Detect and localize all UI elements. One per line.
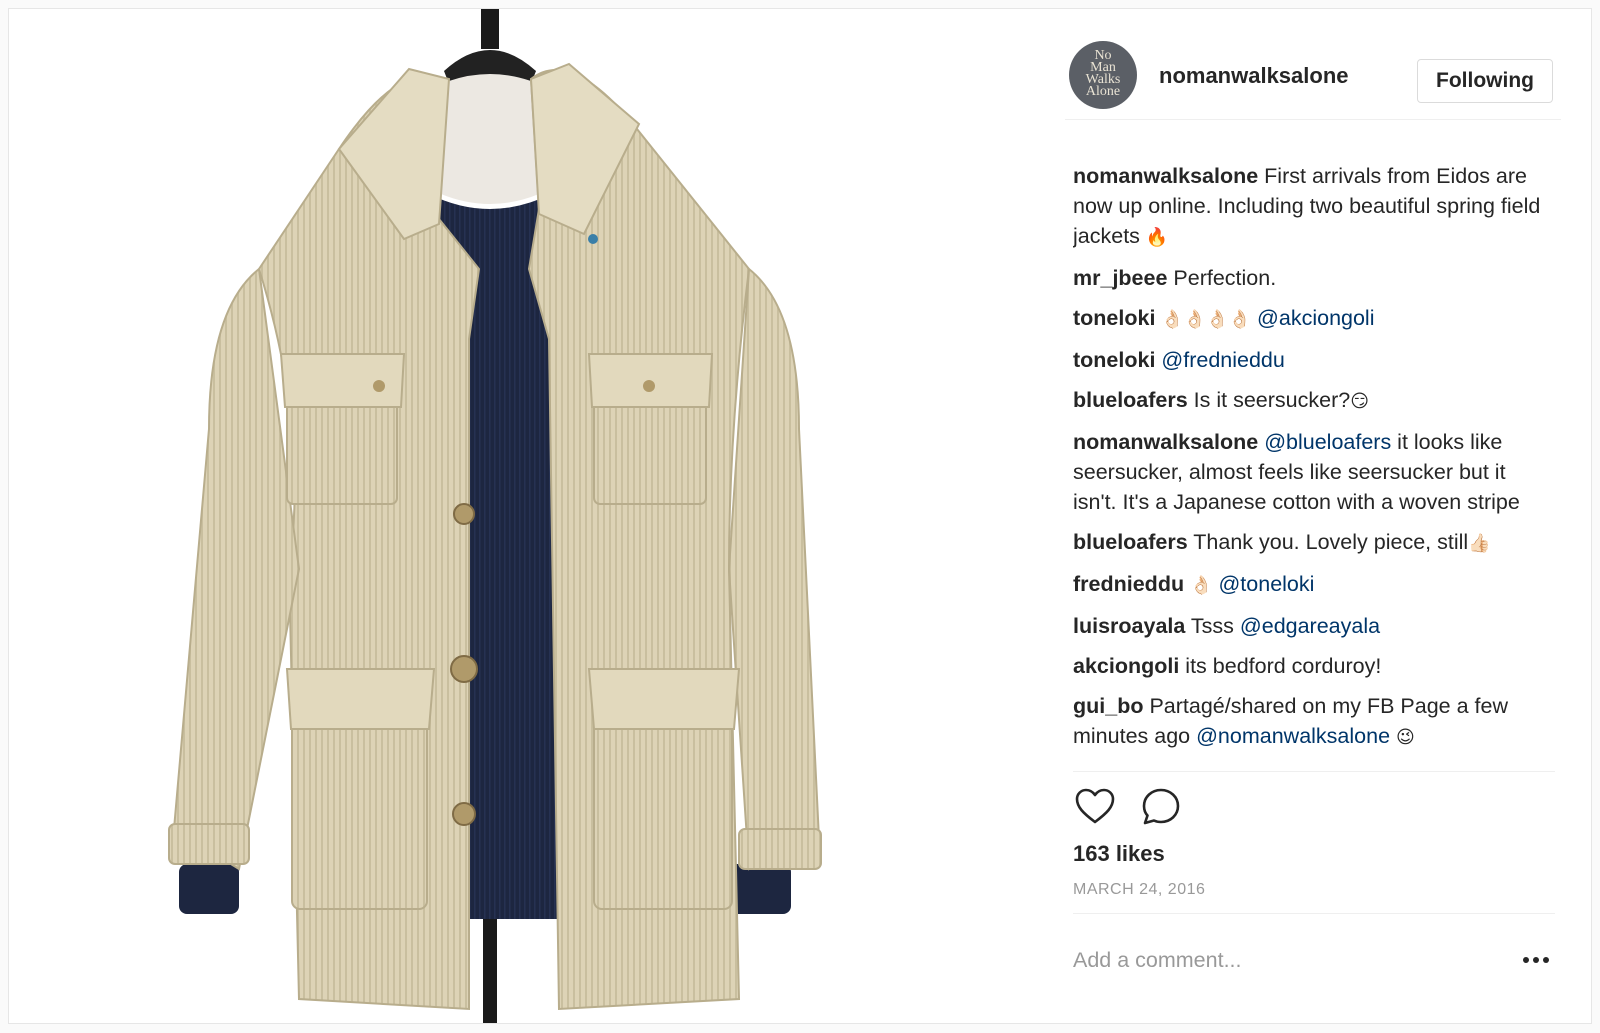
comment-text: Thank you. Lovely piece, still: [1187, 530, 1469, 554]
comment-text: Perfection.: [1167, 266, 1277, 290]
comment-username[interactable]: gui_bo: [1073, 694, 1143, 718]
instagram-post: No Man Walks Alone nomanwalksalone Follo…: [8, 8, 1592, 1024]
comment-username[interactable]: nomanwalksalone: [1073, 430, 1258, 454]
comment-text: its bedford corduroy!: [1179, 654, 1382, 678]
jacket-button: [453, 503, 475, 525]
brand-logo: No Man Walks Alone: [1085, 48, 1121, 99]
post-side-panel: No Man Walks Alone nomanwalksalone Follo…: [1065, 9, 1561, 1023]
post-header: No Man Walks Alone nomanwalksalone Follo…: [1065, 39, 1561, 120]
post-image[interactable]: [9, 9, 1025, 1023]
header-username[interactable]: nomanwalksalone: [1159, 63, 1349, 89]
jacket-photo: [168, 9, 822, 1023]
mannequin-stand: [481, 9, 499, 49]
mention-link[interactable]: @nomanwalksalone: [1196, 724, 1390, 748]
mention-link[interactable]: @edgareayala: [1240, 614, 1380, 638]
comment-input[interactable]: [1073, 942, 1493, 978]
mention-link[interactable]: @akciongoli: [1257, 306, 1374, 330]
speech-bubble-icon: [1142, 788, 1180, 825]
emoji: 👌🏻: [1190, 575, 1213, 596]
comment-username[interactable]: blueloafers: [1073, 388, 1188, 412]
comment-button[interactable]: [1139, 785, 1183, 829]
comment-username[interactable]: luisroayala: [1073, 614, 1185, 638]
more-options-button[interactable]: [1519, 948, 1553, 972]
ellipsis-icon: [1523, 957, 1549, 963]
comment-item: toneloki 👌🏻👌🏻👌🏻👌🏻 @akciongoli: [1073, 303, 1555, 335]
comment-text: Is it seersucker?: [1187, 388, 1351, 412]
mention-link[interactable]: @blueloafers: [1264, 430, 1391, 454]
following-button[interactable]: Following: [1417, 59, 1553, 103]
comment-item: mr_jbeee Perfection.: [1073, 263, 1555, 293]
emoji: 👍🏻: [1468, 533, 1491, 554]
likes-count[interactable]: 163 likes: [1073, 841, 1165, 867]
comment-text: Tsss: [1185, 614, 1240, 638]
comment-item: blueloafers Thank you. Lovely piece, sti…: [1073, 527, 1555, 559]
emoji: 😉: [1396, 727, 1415, 748]
emoji: 🔥: [1145, 227, 1169, 248]
emoji: 👌🏻👌🏻👌🏻👌🏻: [1161, 309, 1252, 330]
like-button[interactable]: [1073, 785, 1117, 829]
comment-item: luisroayala Tsss @edgareayala: [1073, 611, 1555, 641]
comment-username[interactable]: nomanwalksalone: [1073, 164, 1258, 188]
comment-username[interactable]: frednieddu: [1073, 572, 1184, 596]
comment-item: nomanwalksalone First arrivals from Eido…: [1073, 161, 1555, 253]
add-comment-section: [1073, 913, 1555, 1004]
comment-item: toneloki @frednieddu: [1073, 345, 1555, 375]
comment-item: gui_bo Partagé/shared on my FB Page a fe…: [1073, 691, 1555, 753]
heart-icon: [1075, 788, 1115, 824]
comment-username[interactable]: toneloki: [1073, 348, 1155, 372]
post-date: MARCH 24, 2016: [1073, 881, 1206, 898]
comment-username[interactable]: mr_jbeee: [1073, 266, 1167, 290]
comment-item: akciongoli its bedford corduroy!: [1073, 651, 1555, 681]
comment-item: blueloafers Is it seersucker?😏: [1073, 385, 1555, 417]
emoji: 😏: [1350, 391, 1369, 412]
comment-item: nomanwalksalone @blueloafers it looks li…: [1073, 427, 1555, 517]
comments-list[interactable]: nomanwalksalone First arrivals from Eido…: [1073, 161, 1555, 772]
comment-username[interactable]: blueloafers: [1073, 530, 1188, 554]
comment-item: frednieddu 👌🏻 @toneloki: [1073, 569, 1555, 601]
mannequin-neck: [441, 74, 539, 204]
mention-link[interactable]: @frednieddu: [1161, 348, 1284, 372]
action-bar: [1073, 785, 1223, 831]
comment-username[interactable]: akciongoli: [1073, 654, 1179, 678]
mention-link[interactable]: @toneloki: [1218, 572, 1314, 596]
comment-username[interactable]: toneloki: [1073, 306, 1155, 330]
avatar[interactable]: No Man Walks Alone: [1069, 41, 1137, 109]
